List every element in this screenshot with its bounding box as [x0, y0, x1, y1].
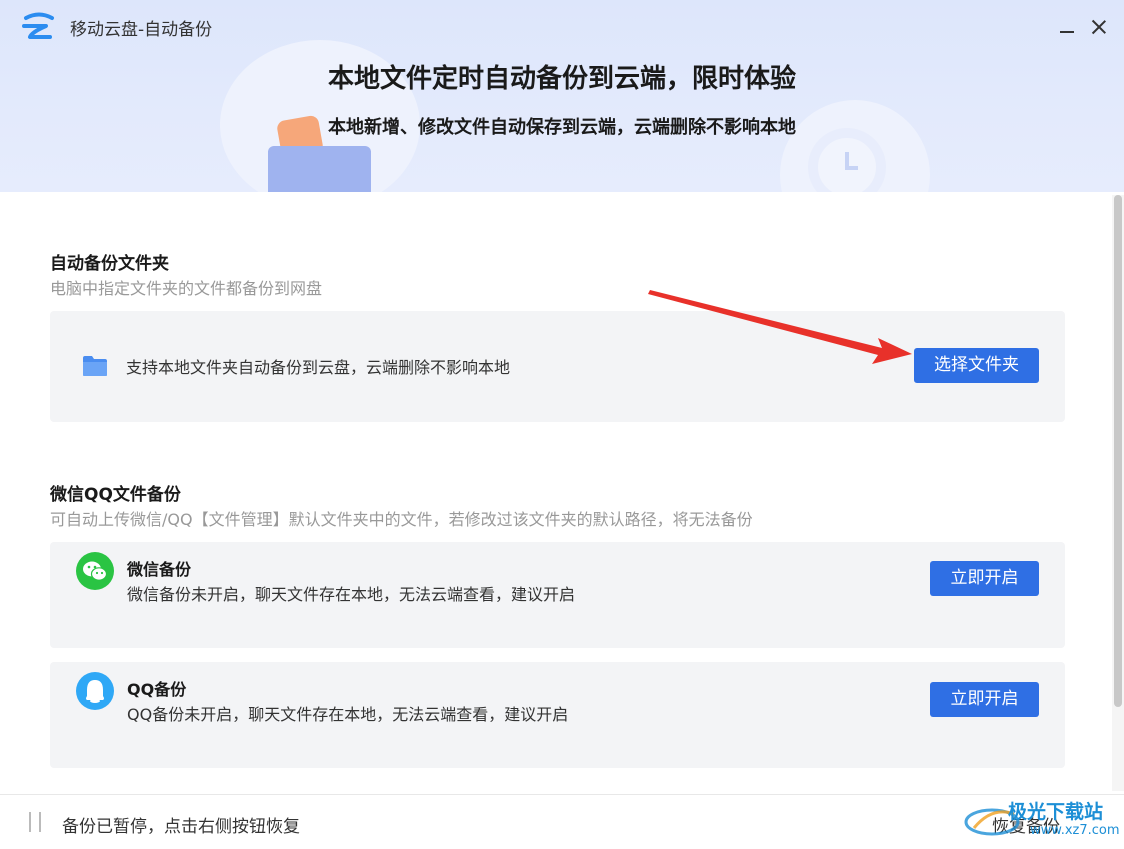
chat-backup-title: 微信QQ文件备份: [50, 485, 181, 505]
qq-backup-name: QQ备份: [127, 680, 187, 699]
window-title: 移动云盘-自动备份: [70, 20, 213, 40]
vertical-scrollbar[interactable]: [1112, 195, 1124, 791]
banner-subline: 本地新增、修改文件自动保存到云端，云端删除不影响本地: [328, 117, 796, 138]
wechat-backup-card: 微信备份 微信备份未开启，聊天文件存在本地，无法云端查看，建议开启 立即开启: [50, 542, 1065, 648]
cloud-drive-logo-icon: [22, 12, 54, 39]
watermark-url: www.xz7.com: [1030, 823, 1120, 838]
auto-backup-title: 自动备份文件夹: [50, 254, 169, 274]
select-folder-button[interactable]: 选择文件夹: [914, 348, 1039, 383]
enable-wechat-backup-button[interactable]: 立即开启: [930, 561, 1039, 596]
wechat-backup-name: 微信备份: [127, 560, 192, 579]
scrollbar-thumb[interactable]: [1114, 195, 1122, 707]
backup-status-text: 备份已暂停，点击右侧按钮恢复: [62, 817, 300, 837]
qq-icon: [76, 672, 114, 710]
chat-backup-description: 可自动上传微信/QQ【文件管理】默认文件夹中的文件，若修改过该文件夹的默认路径，…: [50, 510, 753, 529]
red-arrow-annotation: [648, 290, 912, 364]
wechat-backup-desc: 微信备份未开启，聊天文件存在本地，无法云端查看，建议开启: [127, 585, 576, 604]
laptop-illustration: [268, 146, 371, 192]
watermark-text: 极光下载站: [1008, 801, 1104, 823]
qq-backup-desc: QQ备份未开启，聊天文件存在本地，无法云端查看，建议开启: [127, 705, 569, 724]
auto-backup-card-text: 支持本地文件夹自动备份到云盘，云端删除不影响本地: [126, 358, 511, 377]
folder-icon: [83, 356, 107, 376]
wechat-icon: [76, 552, 114, 590]
pause-icon: [27, 812, 43, 832]
minimize-icon[interactable]: [1058, 18, 1076, 36]
close-icon[interactable]: [1090, 18, 1108, 36]
backup-window: 本地文件定时自动备份到云端，限时体验 本地新增、修改文件自动保存到云端，云端删除…: [0, 0, 1124, 849]
auto-backup-description: 电脑中指定文件夹的文件都备份到网盘: [50, 279, 323, 298]
status-footer: 备份已暂停，点击右侧按钮恢复 恢复备份: [0, 794, 1124, 849]
title-bar: 移动云盘-自动备份: [0, 0, 1124, 54]
banner-headline: 本地文件定时自动备份到云端，限时体验: [327, 64, 796, 94]
enable-qq-backup-button[interactable]: 立即开启: [930, 682, 1039, 717]
qq-backup-card: QQ备份 QQ备份未开启，聊天文件存在本地，无法云端查看，建议开启 立即开启: [50, 662, 1065, 768]
